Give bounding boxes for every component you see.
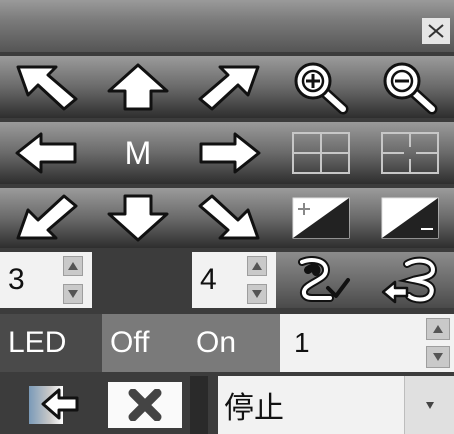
led-off-label: Off (110, 326, 150, 359)
led-off-button[interactable]: Off (102, 314, 188, 372)
pan-up-right-button[interactable] (184, 56, 276, 118)
zoom-in-button[interactable] (276, 56, 366, 118)
speed-field[interactable]: 3 (0, 252, 60, 308)
close-icon (428, 24, 444, 38)
brightness-plus-icon (292, 197, 350, 239)
preset-down-button[interactable] (247, 284, 267, 304)
led-value-field[interactable]: 1 (280, 314, 424, 372)
set-preset-button[interactable] (276, 252, 366, 308)
chevron-down-icon (252, 290, 262, 298)
chevron-down-icon (433, 353, 443, 361)
pan-down-left-button[interactable] (0, 188, 92, 248)
pan-row-top (0, 56, 454, 118)
arrow-down-icon (107, 194, 169, 242)
pan-row-middle: M (0, 122, 454, 184)
led-down-button[interactable] (426, 346, 450, 368)
cancel-button[interactable] (100, 376, 190, 434)
close-x-icon (128, 389, 162, 421)
home-button[interactable]: M (92, 122, 184, 184)
action-select-value: 停止 (224, 392, 284, 425)
pan-right-button[interactable] (184, 122, 276, 184)
chevron-down-icon (425, 401, 434, 409)
image-return-icon (29, 386, 79, 424)
call-preset-icon (381, 256, 438, 304)
preset-value: 4 (200, 263, 217, 296)
led-up-button[interactable] (426, 318, 450, 340)
chevron-down-icon (68, 290, 78, 298)
led-value: 1 (294, 327, 310, 358)
action-select-toggle[interactable] (404, 376, 454, 434)
preset-up-button[interactable] (247, 256, 267, 276)
brightness-plus-button[interactable] (276, 188, 366, 248)
chevron-up-icon (252, 262, 262, 270)
zoom-out-button[interactable] (366, 56, 454, 118)
led-label-text: LED (8, 326, 67, 359)
focus-far-button[interactable] (366, 122, 454, 184)
zoom-out-icon (383, 62, 438, 115)
call-preset-button[interactable] (366, 252, 454, 308)
speed-stepper (60, 252, 92, 308)
preset-field[interactable]: 4 (192, 252, 244, 308)
pan-down-button[interactable] (92, 188, 184, 248)
arrow-down-left-icon (16, 194, 78, 240)
speed-down-button[interactable] (63, 284, 83, 304)
led-on-button[interactable]: On (188, 314, 280, 372)
arrow-left-icon (15, 132, 77, 174)
pan-up-left-button[interactable] (0, 56, 92, 118)
titlebar (0, 0, 454, 52)
brightness-minus-button[interactable] (366, 188, 454, 248)
chevron-up-icon (68, 262, 78, 270)
brightness-minus-icon (381, 197, 439, 239)
pan-down-right-button[interactable] (184, 188, 276, 248)
arrow-up-left-icon (16, 65, 78, 111)
pan-left-button[interactable] (0, 122, 92, 184)
pan-row-bottom (0, 188, 454, 248)
arrow-up-right-icon (198, 65, 260, 111)
pan-up-button[interactable] (92, 56, 184, 118)
home-label: M (124, 134, 152, 171)
focus-near-button[interactable] (276, 122, 366, 184)
arrow-up-icon (107, 63, 169, 111)
set-preset-icon (298, 256, 350, 302)
zoom-in-icon (294, 62, 349, 115)
chevron-up-icon (433, 325, 443, 333)
preset-stepper (244, 252, 276, 308)
preset-actions (276, 252, 454, 308)
cancel-button-face (108, 382, 182, 428)
speed-value: 3 (8, 263, 25, 296)
focus-far-icon (381, 132, 439, 174)
led-on-label: On (196, 326, 237, 359)
image-return-button[interactable] (0, 376, 100, 434)
arrow-right-icon (199, 132, 261, 174)
ptz-control-panel: M 3 4 LED Off On 1 停止 (0, 0, 454, 434)
led-label: LED (0, 314, 102, 372)
separator (190, 376, 208, 434)
focus-near-icon (292, 132, 350, 174)
led-stepper (424, 314, 454, 372)
spacer (92, 252, 192, 308)
arrow-down-right-icon (198, 194, 260, 240)
speed-up-button[interactable] (63, 256, 83, 276)
close-button[interactable] (422, 18, 450, 44)
